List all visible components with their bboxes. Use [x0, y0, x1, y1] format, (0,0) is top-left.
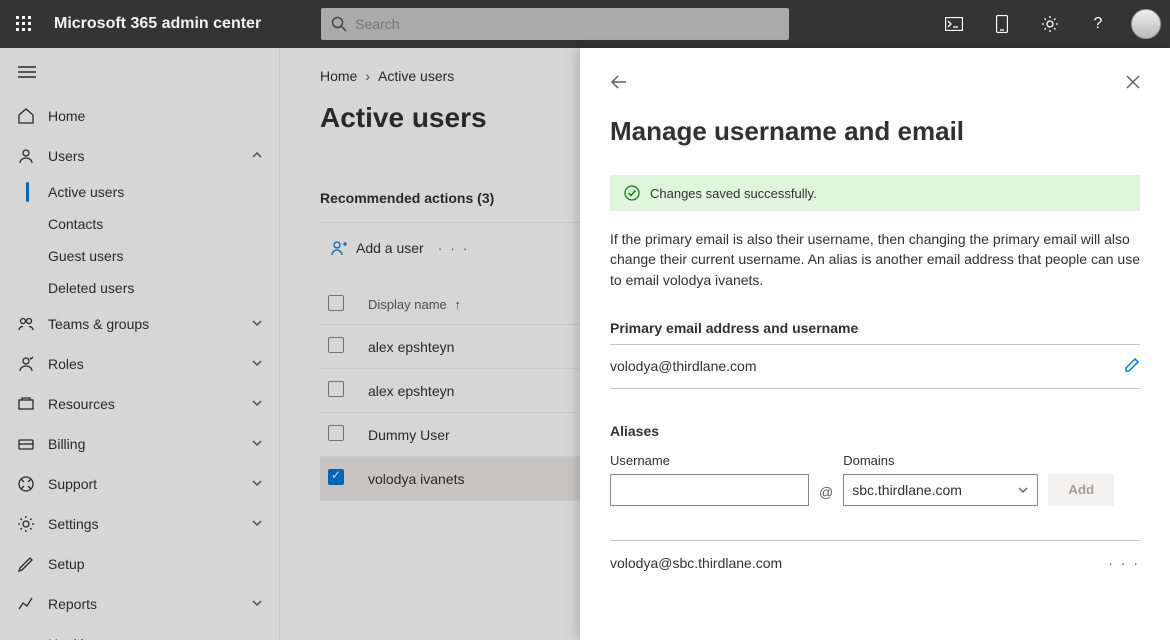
primary-email-label: Primary email address and username: [610, 320, 1140, 336]
success-message: Changes saved successfully.: [650, 186, 817, 201]
pencil-icon: [1124, 357, 1140, 373]
mobile-icon[interactable]: [978, 0, 1026, 48]
panel-description: If the primary email is also their usern…: [610, 229, 1140, 290]
panel-title: Manage username and email: [610, 116, 1140, 147]
alias-username-input[interactable]: [610, 474, 809, 506]
alias-row-value: volodya@sbc.thirdlane.com: [610, 555, 782, 571]
primary-email-value: volodya@thirdlane.com: [610, 358, 757, 374]
add-alias-button[interactable]: Add: [1048, 474, 1114, 506]
shell-cmd-icon[interactable]: [930, 0, 978, 48]
settings-gear-icon[interactable]: [1026, 0, 1074, 48]
edit-primary-email-button[interactable]: [1124, 357, 1140, 376]
alias-domain-select[interactable]: sbc.thirdlane.com: [843, 474, 1038, 506]
close-button[interactable]: [1126, 75, 1140, 92]
success-banner: Changes saved successfully.: [610, 175, 1140, 211]
manage-username-panel: Manage username and email Changes saved …: [580, 48, 1170, 640]
app-title: Microsoft 365 admin center: [48, 15, 291, 33]
aliases-label: Aliases: [610, 423, 1140, 439]
search-box[interactable]: [321, 8, 789, 40]
account-avatar[interactable]: [1122, 0, 1170, 48]
alias-row-more-button[interactable]: · · ·: [1108, 555, 1140, 571]
chevron-down-icon: [1017, 484, 1029, 496]
search-input[interactable]: [355, 16, 779, 32]
alias-domain-selected: sbc.thirdlane.com: [852, 482, 962, 498]
app-launcher-button[interactable]: [0, 0, 48, 48]
domains-field-label: Domains: [843, 453, 1038, 468]
at-symbol: @: [819, 484, 833, 506]
success-check-icon: [624, 185, 640, 201]
back-button[interactable]: [610, 73, 628, 94]
username-field-label: Username: [610, 453, 809, 468]
search-icon: [331, 16, 347, 32]
help-icon[interactable]: ?: [1074, 0, 1122, 48]
